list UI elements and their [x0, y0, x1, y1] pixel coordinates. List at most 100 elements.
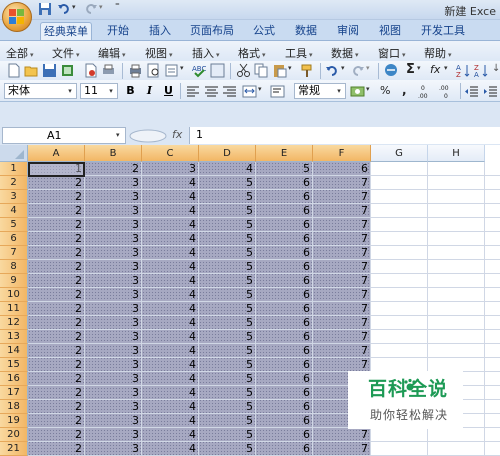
cell-e13[interactable]: 6	[256, 330, 313, 344]
preview-icon[interactable]	[146, 63, 161, 78]
cell-e12[interactable]: 6	[256, 316, 313, 330]
row-header-2[interactable]: 2	[0, 176, 28, 190]
redo-dropdown-icon[interactable]: ▾	[99, 3, 103, 11]
chevron-down-icon[interactable]: ▾	[444, 64, 448, 72]
align-right-icon[interactable]	[222, 84, 237, 99]
cell-f14[interactable]: 7	[313, 344, 371, 358]
cell-a7[interactable]: 2	[28, 246, 85, 260]
redo-icon[interactable]	[84, 2, 98, 16]
cell-a13[interactable]: 2	[28, 330, 85, 344]
cell-d18[interactable]: 5	[199, 400, 256, 414]
comma-style-button[interactable]: ,	[402, 83, 407, 97]
menu-help[interactable]: 帮助 ▾	[424, 45, 452, 61]
hyperlink-icon[interactable]	[384, 63, 399, 78]
select-all-corner[interactable]	[0, 145, 28, 162]
row-header-21[interactable]: 21	[0, 442, 28, 456]
cell-e11[interactable]: 6	[256, 302, 313, 316]
cell-d7[interactable]: 5	[199, 246, 256, 260]
chevron-down-icon[interactable]: ▾	[366, 64, 370, 72]
row-header-6[interactable]: 6	[0, 232, 28, 246]
cell-b15[interactable]: 3	[85, 358, 142, 372]
cell-b2[interactable]: 3	[85, 176, 142, 190]
cell-c13[interactable]: 4	[142, 330, 199, 344]
font-name-combo[interactable]: 宋体 ▾	[4, 83, 77, 99]
cell-d12[interactable]: 5	[199, 316, 256, 330]
cell-a17[interactable]: 2	[28, 386, 85, 400]
tab-data[interactable]: 数据	[288, 22, 324, 40]
font-size-combo[interactable]: 11 ▾	[80, 83, 118, 99]
active-cell-border[interactable]	[28, 162, 85, 177]
column-header-a[interactable]: A	[28, 145, 85, 162]
cell-e7[interactable]: 6	[256, 246, 313, 260]
cell-b16[interactable]: 3	[85, 372, 142, 386]
cell-c17[interactable]: 4	[142, 386, 199, 400]
merge-center-icon[interactable]	[242, 84, 257, 99]
row-header-20[interactable]: 20	[0, 428, 28, 442]
cell-b14[interactable]: 3	[85, 344, 142, 358]
cell-f10[interactable]: 7	[313, 288, 371, 302]
cell-b4[interactable]: 3	[85, 204, 142, 218]
menu-all[interactable]: 全部 ▾	[6, 45, 34, 61]
research-icon[interactable]	[164, 63, 179, 78]
email-icon[interactable]	[83, 63, 98, 78]
cell-f12[interactable]: 7	[313, 316, 371, 330]
cell-c8[interactable]: 4	[142, 260, 199, 274]
row-header-16[interactable]: 16	[0, 372, 28, 386]
print-icon[interactable]	[128, 63, 143, 78]
cell-a8[interactable]: 2	[28, 260, 85, 274]
cell-c4[interactable]: 4	[142, 204, 199, 218]
cell-f1[interactable]: 6	[313, 162, 371, 176]
cell-e21[interactable]: 6	[256, 442, 313, 456]
cell-e16[interactable]: 6	[256, 372, 313, 386]
cell-b9[interactable]: 3	[85, 274, 142, 288]
insert-function-icon[interactable]: fx	[430, 63, 440, 76]
column-header-g[interactable]: G	[371, 145, 428, 162]
column-header-b[interactable]: B	[85, 145, 142, 162]
cell-c16[interactable]: 4	[142, 372, 199, 386]
paste-icon[interactable]	[272, 63, 287, 78]
cell-b8[interactable]: 3	[85, 260, 142, 274]
row-header-11[interactable]: 11	[0, 302, 28, 316]
menu-tools[interactable]: 工具 ▾	[285, 45, 313, 61]
cell-d5[interactable]: 5	[199, 218, 256, 232]
print-preview-icon[interactable]	[101, 63, 116, 78]
cell-d8[interactable]: 5	[199, 260, 256, 274]
increase-decimal-icon[interactable]: 0.00	[417, 84, 435, 99]
cell-a21[interactable]: 2	[28, 442, 85, 456]
row-header-1[interactable]: 1	[0, 162, 28, 176]
cell-c11[interactable]: 4	[142, 302, 199, 316]
row-header-12[interactable]: 12	[0, 316, 28, 330]
cell-e17[interactable]: 6	[256, 386, 313, 400]
menu-data[interactable]: 数据 ▾	[331, 45, 359, 61]
cell-d3[interactable]: 5	[199, 190, 256, 204]
bold-button[interactable]: B	[122, 83, 139, 99]
office-button[interactable]	[2, 2, 32, 32]
sort-ascending-icon[interactable]: AZ	[456, 63, 471, 78]
cell-b1[interactable]: 2	[85, 162, 142, 176]
cell-a5[interactable]: 2	[28, 218, 85, 232]
chevron-down-icon[interactable]: ▾	[288, 64, 292, 72]
cell-f8[interactable]: 7	[313, 260, 371, 274]
cell-a10[interactable]: 2	[28, 288, 85, 302]
cell-d19[interactable]: 5	[199, 414, 256, 428]
cell-f7[interactable]: 7	[313, 246, 371, 260]
tab-insert[interactable]: 插入	[142, 22, 178, 40]
cell-d13[interactable]: 5	[199, 330, 256, 344]
cell-b10[interactable]: 3	[85, 288, 142, 302]
cell-a2[interactable]: 2	[28, 176, 85, 190]
row-header-5[interactable]: 5	[0, 218, 28, 232]
menu-view[interactable]: 视图 ▾	[145, 45, 173, 61]
cell-b3[interactable]: 3	[85, 190, 142, 204]
cell-d2[interactable]: 5	[199, 176, 256, 190]
cell-d4[interactable]: 5	[199, 204, 256, 218]
row-header-18[interactable]: 18	[0, 400, 28, 414]
chevron-down-icon[interactable]: ▾	[341, 64, 345, 72]
row-header-10[interactable]: 10	[0, 288, 28, 302]
cell-a12[interactable]: 2	[28, 316, 85, 330]
chevron-down-icon[interactable]: ▾	[180, 64, 184, 72]
cell-d6[interactable]: 5	[199, 232, 256, 246]
wrap-text-icon[interactable]	[270, 84, 285, 99]
column-header-d[interactable]: D	[199, 145, 256, 162]
cell-c12[interactable]: 4	[142, 316, 199, 330]
cell-b7[interactable]: 3	[85, 246, 142, 260]
